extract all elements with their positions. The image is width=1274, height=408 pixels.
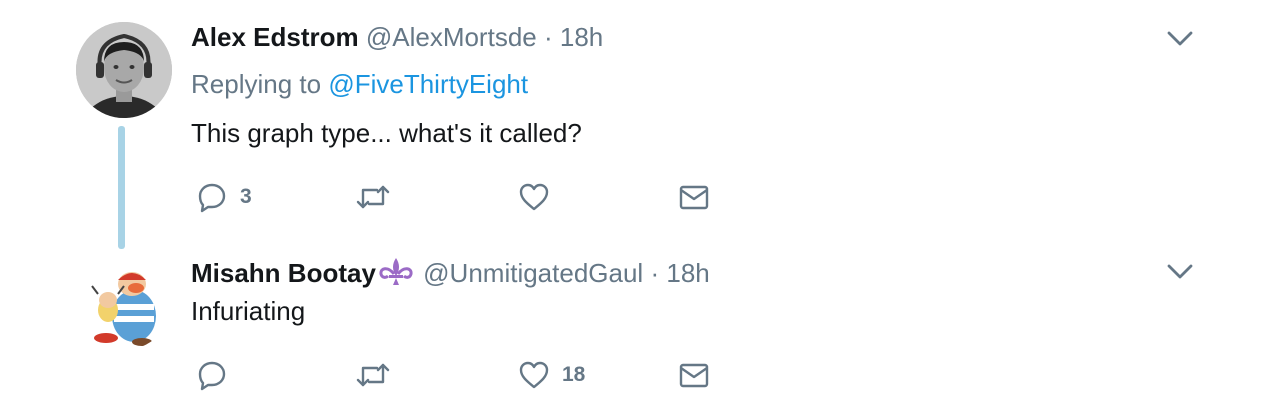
like-button[interactable] xyxy=(518,180,550,214)
direct-message-button[interactable] xyxy=(678,358,710,392)
tweet-text: Infuriating xyxy=(191,296,306,326)
avatar-cartoon xyxy=(76,254,172,350)
chevron-down-icon[interactable] xyxy=(1166,263,1194,281)
reply-icon xyxy=(198,183,226,213)
fleur-de-lis-icon xyxy=(379,258,413,285)
avatar-alex-edstrom[interactable] xyxy=(76,22,172,118)
tweet-header: Alex Edstrom @AlexMortsde · 18h xyxy=(191,22,603,52)
retweet-button[interactable] xyxy=(355,358,391,392)
retweet-button[interactable] xyxy=(355,180,391,214)
avatar-photo xyxy=(76,22,172,118)
retweet-icon xyxy=(356,363,390,387)
reply-icon xyxy=(198,361,226,391)
tweet-timestamp[interactable]: 18h xyxy=(666,258,709,288)
replying-to-line: Replying to @FiveThirtyEight xyxy=(191,69,528,99)
tweet-timestamp[interactable]: 18h xyxy=(560,22,603,52)
avatar-misahn-bootay[interactable] xyxy=(76,254,172,350)
author-name[interactable]: Misahn Bootay xyxy=(191,258,376,288)
direct-message-button[interactable] xyxy=(678,180,710,214)
envelope-icon xyxy=(679,363,709,388)
like-count: 18 xyxy=(562,363,586,386)
author-name[interactable]: Alex Edstrom xyxy=(191,22,359,52)
thread-connector-line xyxy=(118,126,125,249)
reply-button[interactable] xyxy=(196,358,228,392)
mention-link[interactable]: @FiveThirtyEight xyxy=(328,69,528,99)
reply-count: 3 xyxy=(240,185,252,208)
heart-icon xyxy=(519,183,549,211)
author-handle[interactable]: @UnmitigatedGaul xyxy=(423,258,643,288)
separator-dot: · xyxy=(543,22,553,52)
replying-to-label: Replying to xyxy=(191,69,322,99)
like-button[interactable]: 18 xyxy=(518,358,585,392)
chevron-down-icon[interactable] xyxy=(1166,30,1194,48)
author-handle[interactable]: @AlexMortsde xyxy=(366,22,537,52)
heart-icon xyxy=(519,361,549,389)
retweet-icon xyxy=(356,185,390,209)
envelope-icon xyxy=(679,185,709,210)
tweet-text: This graph type... what's it called? xyxy=(191,118,582,148)
reply-button[interactable]: 3 xyxy=(196,180,252,214)
tweet-header: Misahn Bootay @UnmitigatedGaul · 18h xyxy=(191,256,710,288)
separator-dot: · xyxy=(650,258,660,288)
